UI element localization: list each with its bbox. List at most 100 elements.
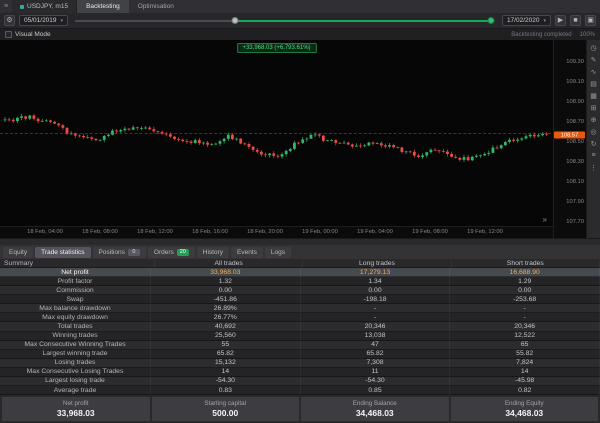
stats-row[interactable]: Max Consecutive Winning Trades 55 47 65 bbox=[0, 340, 600, 350]
stat-value: 65.82 bbox=[151, 349, 301, 359]
time-tick-label: 18 Feb, 04:00 bbox=[27, 229, 63, 235]
current-price-tag: 108.57 bbox=[554, 131, 585, 139]
stats-column-header: All trades bbox=[155, 259, 304, 268]
summary-bar: Net profit 33,968.03 Starting capital 50… bbox=[0, 395, 600, 423]
stat-value: 26.77% bbox=[151, 313, 301, 323]
layout-icon[interactable]: ▤ bbox=[588, 78, 599, 89]
summary-ending-balance: Ending Balance 34,468.03 bbox=[301, 397, 449, 421]
scroll-to-end-icon[interactable]: » bbox=[543, 215, 547, 224]
start-date-select[interactable]: 05/01/2019 ▾ bbox=[19, 15, 69, 26]
grid-icon[interactable]: ▦ bbox=[588, 90, 599, 101]
stat-value: 65.82 bbox=[300, 349, 451, 359]
stats-row[interactable]: Largest losing trade -54.30 -54.30 -45.98 bbox=[0, 376, 600, 387]
stat-value: -253.68 bbox=[450, 295, 600, 305]
stats-row[interactable]: Net profit 33,968.03 17,279.13 16,688.90 bbox=[0, 268, 600, 278]
panel-tab-bar: Equity Trade statistics Positions 0 Orders 20… bbox=[0, 245, 600, 259]
stat-value: 0.83 bbox=[151, 386, 301, 396]
panel-tab-label: Events bbox=[237, 248, 257, 256]
zoom-in-icon[interactable]: ⊕ bbox=[588, 114, 599, 125]
instrument-tab[interactable]: USDJPY, m15 bbox=[12, 0, 78, 13]
summary-label: Starting capital bbox=[204, 400, 247, 407]
time-tick-label: 18 Feb, 16:00 bbox=[192, 229, 228, 235]
slider-end-handle[interactable] bbox=[487, 17, 495, 24]
trade-statistics-table: Summary All trades Long trades Short trades… bbox=[0, 259, 600, 396]
stop-button[interactable]: ■ bbox=[570, 15, 581, 26]
expand-icon: ▣ bbox=[587, 17, 594, 24]
panel-tab-logs[interactable]: Logs bbox=[264, 246, 292, 258]
stat-value: 0.82 bbox=[450, 386, 600, 396]
panel-tab-equity[interactable]: Equity bbox=[3, 246, 34, 258]
end-date-select[interactable]: 17/02/2020 ▾ bbox=[501, 15, 551, 26]
chart-type-icon[interactable]: ⊞ bbox=[588, 102, 599, 113]
stat-value: 65 bbox=[450, 340, 600, 350]
stat-value: 0.00 bbox=[450, 286, 600, 296]
stats-row[interactable]: Max Consecutive Losing Trades 14 11 14 bbox=[0, 367, 600, 377]
slider-start-handle[interactable] bbox=[231, 17, 239, 24]
panel-tab-label: Orders bbox=[153, 248, 174, 256]
stat-value: - bbox=[450, 304, 600, 314]
chart-header: Visual Mode Backtesting completed 100% bbox=[0, 29, 600, 40]
stat-value: 40,692 bbox=[151, 322, 301, 332]
tab-optimisation[interactable]: Optimisation bbox=[129, 0, 183, 13]
stop-icon: ■ bbox=[573, 17, 578, 24]
stat-value: 7,308 bbox=[300, 358, 451, 368]
stat-value: 14 bbox=[151, 367, 301, 377]
stats-row[interactable]: Average trade 0.83 0.85 0.82 bbox=[0, 386, 600, 396]
panel-tab-events[interactable]: Events bbox=[231, 246, 263, 258]
stats-row[interactable]: Largest winning trade 65.82 65.82 55.82 bbox=[0, 349, 600, 359]
refresh-icon[interactable]: ↻ bbox=[588, 138, 599, 149]
price-tick-label: 108.90 bbox=[566, 99, 584, 105]
stats-row[interactable]: Swap -451.86 -198.18 -253.68 bbox=[0, 295, 600, 305]
menu-icon[interactable]: ≡ bbox=[0, 0, 12, 13]
time-tick-label: 18 Feb, 08:00 bbox=[82, 229, 118, 235]
time-tick-label: 19 Feb, 04:00 bbox=[357, 229, 393, 235]
more-icon[interactable]: ⋮ bbox=[588, 162, 599, 173]
stat-label: Max Consecutive Winning Trades bbox=[0, 340, 151, 350]
price-tick-label: 108.10 bbox=[566, 179, 584, 185]
stats-row[interactable]: Max equity drawdown 26.77% - - bbox=[0, 313, 600, 323]
stat-value: - bbox=[300, 304, 451, 314]
panel-splitter[interactable] bbox=[0, 238, 600, 245]
time-tick-label: 19 Feb, 12:00 bbox=[467, 229, 503, 235]
panel-tab-history[interactable]: History bbox=[196, 246, 230, 258]
panel-tab-label: Positions bbox=[98, 248, 125, 256]
summary-value: 34,468.03 bbox=[355, 408, 394, 418]
stats-row[interactable]: Commission 0.00 0.00 0.00 bbox=[0, 286, 600, 296]
stat-value: - bbox=[450, 313, 600, 323]
stat-value: 13,038 bbox=[300, 331, 451, 341]
stat-value: -45.98 bbox=[450, 376, 600, 387]
date-range-slider[interactable] bbox=[75, 15, 495, 26]
summary-starting-capital: Starting capital 500.00 bbox=[151, 397, 299, 421]
target-icon[interactable]: ◎ bbox=[588, 126, 599, 137]
stats-row[interactable]: Losing trades 15,132 7,308 7,824 bbox=[0, 358, 600, 368]
visual-mode-checkbox[interactable] bbox=[5, 31, 12, 38]
draw-icon[interactable]: ✎ bbox=[588, 54, 599, 65]
stat-value: 20,346 bbox=[450, 322, 600, 332]
chart-side-toolbar: ◷ ✎ ∿ ▤ ▦ ⊞ ⊕ ◎ ↻ ≡ ⋮ bbox=[586, 40, 600, 238]
panel-tab-trade-statistics[interactable]: Trade statistics bbox=[35, 246, 91, 258]
panel-tab-count-badge: 20 bbox=[176, 248, 189, 256]
settings-button[interactable]: ⚙ bbox=[4, 15, 15, 26]
stat-value: 26.89% bbox=[151, 304, 301, 314]
stat-value: 33,968.03 bbox=[151, 268, 301, 278]
time-axis: 18 Feb, 04:00 18 Feb, 08:00 18 Feb, 12:00 1… bbox=[0, 226, 553, 238]
panel-tab-orders[interactable]: Orders 20 bbox=[147, 246, 195, 258]
stats-row[interactable]: Total trades 40,692 20,346 20,346 bbox=[0, 322, 600, 332]
price-axis[interactable]: 109.30 109.10 108.90 108.70 108.50 108.30 108.… bbox=[553, 40, 586, 238]
summary-value: 500.00 bbox=[212, 408, 239, 418]
panel-tab-positions[interactable]: Positions 0 bbox=[92, 246, 146, 258]
play-button[interactable]: ▶ bbox=[555, 15, 566, 26]
tab-backtesting[interactable]: Backtesting bbox=[77, 0, 129, 13]
expand-button[interactable]: ▣ bbox=[585, 15, 596, 26]
stat-label: Total trades bbox=[0, 322, 151, 332]
summary-label: Ending Balance bbox=[352, 400, 397, 407]
candlestick-chart[interactable] bbox=[0, 40, 553, 226]
stats-row[interactable]: Max balance drawdown 26.89% - - bbox=[0, 304, 600, 314]
stat-value: 12,522 bbox=[450, 331, 600, 341]
stats-row[interactable]: Winning trades 25,560 13,038 12,522 bbox=[0, 331, 600, 341]
list-icon[interactable]: ≡ bbox=[588, 150, 599, 161]
stats-row[interactable]: Profit factor 1.32 1.34 1.29 bbox=[0, 277, 600, 287]
clock-icon[interactable]: ◷ bbox=[588, 42, 599, 53]
indicator-icon[interactable]: ∿ bbox=[588, 66, 599, 77]
price-tick-label: 107.90 bbox=[566, 199, 584, 205]
